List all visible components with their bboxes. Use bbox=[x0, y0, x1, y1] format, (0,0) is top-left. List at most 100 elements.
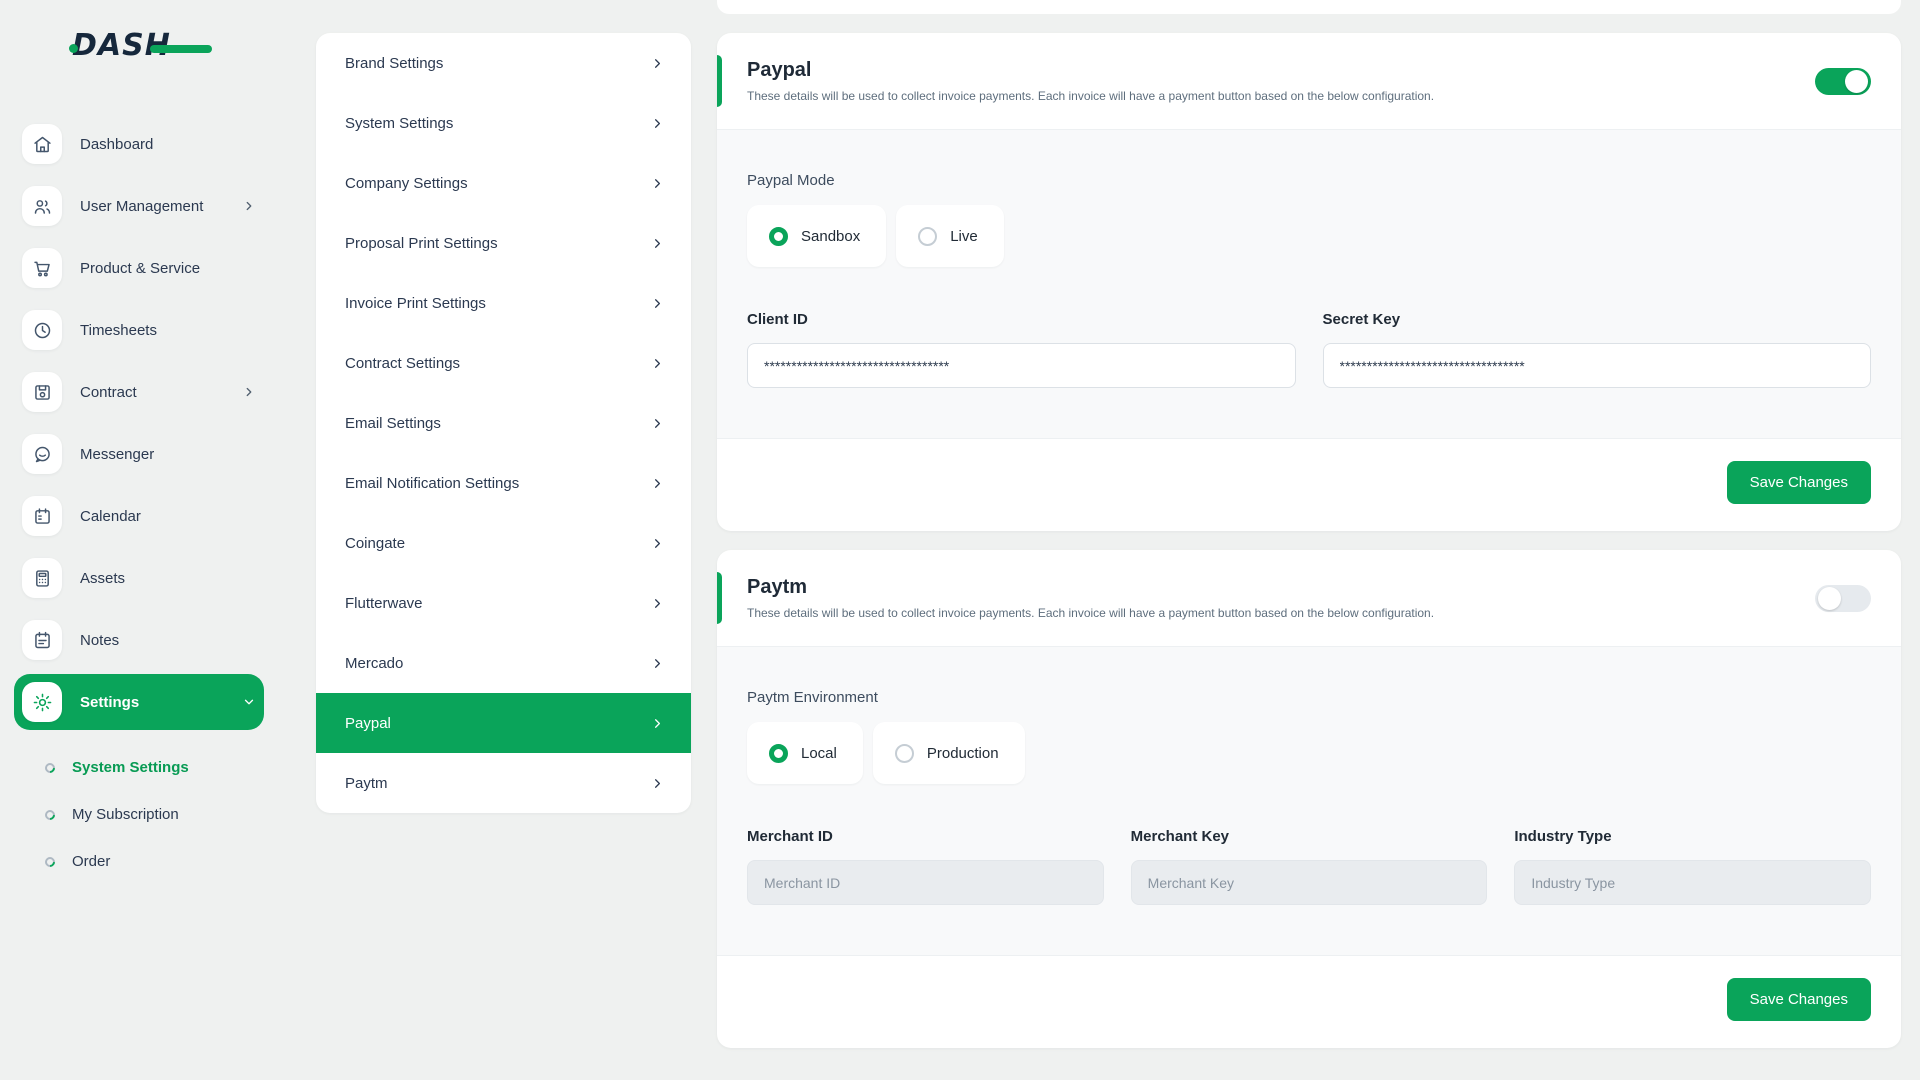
paytm-header-text: Paytm These details will be used to coll… bbox=[747, 576, 1434, 620]
sidebar-item-user-management[interactable]: User Management bbox=[14, 178, 264, 234]
cart-icon bbox=[22, 248, 62, 288]
bullet-icon bbox=[43, 854, 57, 868]
bullet-icon bbox=[43, 760, 57, 774]
chevron-right-icon bbox=[242, 385, 256, 399]
submenu-item-label: My Subscription bbox=[72, 806, 179, 823]
sidebar-item-label: Calendar bbox=[80, 508, 256, 525]
paypal-header-text: Paypal These details will be used to col… bbox=[747, 59, 1434, 103]
settings-menu-item-email-settings[interactable]: Email Settings bbox=[316, 393, 691, 453]
radio-label: Sandbox bbox=[801, 228, 860, 245]
chevron-right-icon bbox=[650, 476, 665, 491]
submenu-item-label: Order bbox=[72, 853, 110, 870]
sidebar-item-label: User Management bbox=[80, 198, 242, 215]
paytm-card-footer: Save Changes bbox=[717, 956, 1901, 1048]
settings-menu-item-system-settings[interactable]: System Settings bbox=[316, 93, 691, 153]
radio-option-local[interactable]: Local bbox=[747, 722, 863, 784]
paypal-description: These details will be used to collect in… bbox=[747, 89, 1434, 103]
paypal-fields: Client ID Secret Key bbox=[747, 311, 1871, 388]
home-icon bbox=[22, 124, 62, 164]
paytm-card: Paytm These details will be used to coll… bbox=[717, 550, 1901, 1048]
chevron-right-icon bbox=[650, 356, 665, 371]
settings-menu-item-label: Email Notification Settings bbox=[345, 475, 650, 492]
merchant-key-label: Merchant Key bbox=[1131, 828, 1488, 845]
paytm-save-button[interactable]: Save Changes bbox=[1727, 978, 1871, 1021]
client-id-input[interactable] bbox=[747, 343, 1296, 388]
settings-menu-item-coingate[interactable]: Coingate bbox=[316, 513, 691, 573]
sidebar-item-label: Contract bbox=[80, 384, 242, 401]
radio-option-sandbox[interactable]: Sandbox bbox=[747, 205, 886, 267]
paytm-fields: Merchant ID Merchant Key Industry Type bbox=[747, 828, 1871, 905]
sidebar-item-contract[interactable]: Contract bbox=[14, 364, 264, 420]
client-id-field-group: Client ID bbox=[747, 311, 1296, 388]
sidebar-nav: Dashboard User Management Product & Serv… bbox=[0, 116, 290, 730]
industry-type-input bbox=[1514, 860, 1871, 905]
settings-submenu: System Settings My Subscription Order bbox=[0, 744, 290, 885]
accent-bar bbox=[717, 572, 722, 624]
settings-menu-item-label: Company Settings bbox=[345, 175, 650, 192]
sidebar-item-notes[interactable]: Notes bbox=[14, 612, 264, 668]
settings-menu-item-proposal-print-settings[interactable]: Proposal Print Settings bbox=[316, 213, 691, 273]
toggle-knob bbox=[1845, 70, 1868, 93]
settings-menu-item-brand-settings[interactable]: Brand Settings bbox=[316, 33, 691, 93]
chevron-right-icon bbox=[650, 716, 665, 731]
paytm-enable-toggle[interactable] bbox=[1815, 585, 1871, 612]
sidebar-item-calendar[interactable]: Calendar bbox=[14, 488, 264, 544]
radio-option-live[interactable]: Live bbox=[896, 205, 1004, 267]
radio-unselected-icon bbox=[895, 744, 914, 763]
paytm-environment-label: Paytm Environment bbox=[747, 689, 1871, 706]
merchant-key-input bbox=[1131, 860, 1488, 905]
radio-label: Production bbox=[927, 745, 999, 762]
chevron-right-icon bbox=[650, 776, 665, 791]
paypal-card: Paypal These details will be used to col… bbox=[717, 33, 1901, 531]
radio-selected-icon bbox=[769, 744, 788, 763]
submenu-item-system-settings[interactable]: System Settings bbox=[0, 744, 290, 791]
chevron-right-icon bbox=[650, 416, 665, 431]
paytm-card-body: Paytm Environment Local Production Merch… bbox=[717, 646, 1901, 956]
calendar-icon bbox=[22, 496, 62, 536]
settings-menu-item-paytm[interactable]: Paytm bbox=[316, 753, 691, 813]
paypal-card-footer: Save Changes bbox=[717, 439, 1901, 531]
sidebar-item-label: Assets bbox=[80, 570, 256, 587]
sidebar-item-messenger[interactable]: Messenger bbox=[14, 426, 264, 482]
settings-menu-item-invoice-print-settings[interactable]: Invoice Print Settings bbox=[316, 273, 691, 333]
app-logo[interactable]: DASH bbox=[72, 28, 222, 70]
settings-menu-item-contract-settings[interactable]: Contract Settings bbox=[316, 333, 691, 393]
settings-menu-item-label: System Settings bbox=[345, 115, 650, 132]
paypal-save-button[interactable]: Save Changes bbox=[1727, 461, 1871, 504]
sidebar-item-product-service[interactable]: Product & Service bbox=[14, 240, 264, 296]
settings-menu-item-label: Mercado bbox=[345, 655, 650, 672]
secret-key-input[interactable] bbox=[1323, 343, 1872, 388]
chevron-right-icon bbox=[650, 596, 665, 611]
accent-bar bbox=[717, 55, 722, 107]
submenu-item-order[interactable]: Order bbox=[0, 838, 290, 885]
sidebar-item-label: Dashboard bbox=[80, 136, 256, 153]
chevron-right-icon bbox=[650, 176, 665, 191]
sidebar-item-dashboard[interactable]: Dashboard bbox=[14, 116, 264, 172]
secret-key-label: Secret Key bbox=[1323, 311, 1872, 328]
settings-menu-item-email-notification-settings[interactable]: Email Notification Settings bbox=[316, 453, 691, 513]
sidebar-item-settings[interactable]: Settings bbox=[14, 674, 264, 730]
paypal-enable-toggle[interactable] bbox=[1815, 68, 1871, 95]
settings-menu-item-mercado[interactable]: Mercado bbox=[316, 633, 691, 693]
radio-option-production[interactable]: Production bbox=[873, 722, 1025, 784]
sidebar-item-assets[interactable]: Assets bbox=[14, 550, 264, 606]
paypal-title: Paypal bbox=[747, 59, 1434, 82]
sidebar-item-timesheets[interactable]: Timesheets bbox=[14, 302, 264, 358]
submenu-item-label: System Settings bbox=[72, 759, 189, 776]
submenu-item-my-subscription[interactable]: My Subscription bbox=[0, 791, 290, 838]
settings-menu-item-label: Paytm bbox=[345, 775, 650, 792]
settings-menu-item-company-settings[interactable]: Company Settings bbox=[316, 153, 691, 213]
chevron-right-icon bbox=[650, 236, 665, 251]
paytm-description: These details will be used to collect in… bbox=[747, 606, 1434, 620]
settings-menu-item-label: Proposal Print Settings bbox=[345, 235, 650, 252]
settings-menu-item-label: Email Settings bbox=[345, 415, 650, 432]
radio-selected-icon bbox=[769, 227, 788, 246]
secret-key-field-group: Secret Key bbox=[1323, 311, 1872, 388]
settings-menu-item-paypal[interactable]: Paypal bbox=[316, 693, 691, 753]
radio-label: Local bbox=[801, 745, 837, 762]
settings-menu-item-flutterwave[interactable]: Flutterwave bbox=[316, 573, 691, 633]
notes-icon bbox=[22, 620, 62, 660]
logo-dot-accent bbox=[69, 44, 78, 53]
sidebar-item-label: Settings bbox=[80, 694, 242, 711]
paypal-card-header: Paypal These details will be used to col… bbox=[717, 33, 1901, 129]
